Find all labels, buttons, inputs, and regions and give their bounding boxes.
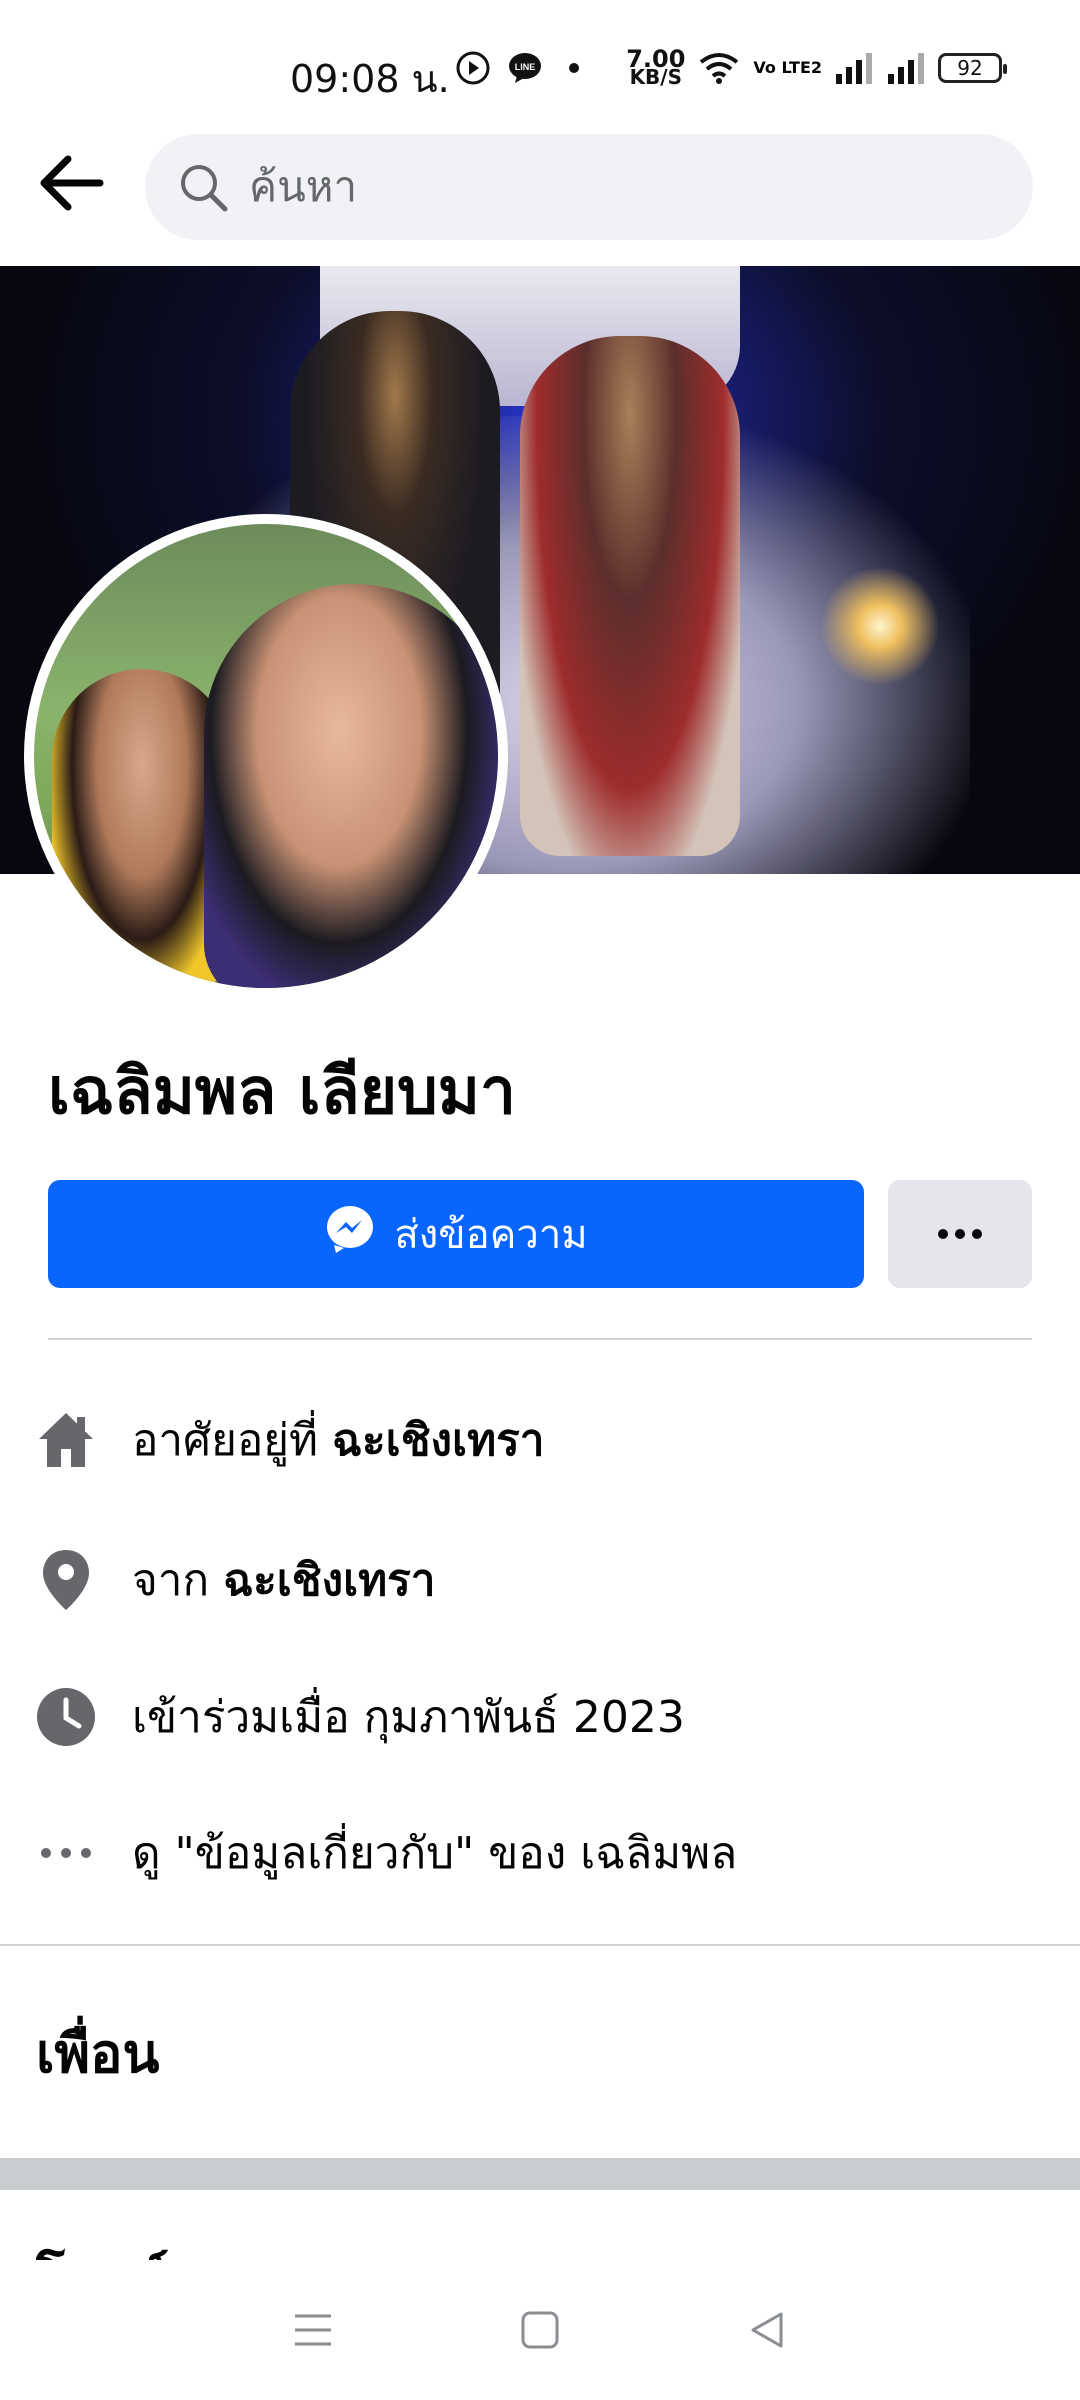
friends-section-title[interactable]: เพื่อน — [36, 2010, 159, 2096]
messenger-icon — [324, 1203, 376, 1265]
home-square-icon[interactable] — [510, 2300, 570, 2360]
svg-text:LINE: LINE — [515, 62, 536, 72]
status-notification-icons: LINE — [455, 50, 589, 86]
back-arrow-icon — [38, 153, 104, 217]
home-icon — [30, 1404, 102, 1476]
back-triangle-icon[interactable] — [737, 2300, 797, 2360]
see-about-info-text: ดู "ข้อมูลเกี่ยวกับ" ของ เฉลิมพล — [132, 1828, 738, 1879]
more-options-button[interactable] — [888, 1180, 1032, 1288]
back-button[interactable] — [36, 150, 106, 220]
status-system-icons: 7.00 KB/S Vo LTE2 92 — [626, 45, 1007, 89]
section-separator — [0, 2158, 1080, 2190]
line-app-icon: LINE — [507, 50, 543, 86]
detail-joined: เข้าร่วมเมื่อ กุมภาพันธ์ 2023 — [30, 1672, 1050, 1762]
system-nav-bar — [0, 2260, 1080, 2400]
profile-avatar[interactable] — [24, 514, 508, 998]
volte-label: Vo LTE2 — [753, 58, 822, 77]
detail-current-city: อาศัยอยู่ที่ ฉะเชิงเทรา — [30, 1395, 1050, 1485]
detail-hometown: จาก ฉะเชิงเทรา — [30, 1535, 1050, 1625]
battery-indicator: 92 — [938, 53, 1007, 83]
signal-icon-2 — [886, 52, 926, 84]
search-placeholder: ค้นหา — [249, 162, 358, 211]
detail-lives-prefix: อาศัยอยู่ที่ — [132, 1415, 333, 1466]
detail-from-prefix: จาก — [132, 1555, 224, 1606]
profile-name: เฉลิมพล เลียบมา — [48, 1055, 516, 1129]
play-circle-icon — [455, 50, 491, 86]
status-bar: 09:08 น. LINE 7.00 KB/S Vo LTE2 92 — [0, 0, 1080, 130]
section-divider — [0, 1944, 1080, 1946]
menu-icon[interactable] — [283, 2300, 343, 2360]
search-icon — [175, 159, 231, 215]
signal-icon-1 — [834, 52, 874, 84]
detail-lives-value[interactable]: ฉะเชิงเทรา — [332, 1415, 544, 1466]
send-message-label: ส่งข้อความ — [394, 1212, 588, 1258]
detail-joined-text: เข้าร่วมเมื่อ กุมภาพันธ์ 2023 — [132, 1692, 685, 1743]
clock-icon — [30, 1681, 102, 1753]
status-time: 09:08 น. — [290, 57, 450, 101]
divider — [48, 1338, 1032, 1340]
more-dots-icon — [937, 1225, 983, 1244]
see-about-info-link[interactable]: ดู "ข้อมูลเกี่ยวกับ" ของ เฉลิมพล — [30, 1808, 1050, 1898]
search-input[interactable]: ค้นหา — [145, 134, 1033, 240]
ellipsis-icon — [30, 1817, 102, 1889]
send-message-button[interactable]: ส่งข้อความ — [48, 1180, 864, 1288]
location-pin-icon — [30, 1544, 102, 1616]
dot-icon — [559, 53, 589, 83]
wifi-icon — [697, 50, 741, 86]
detail-from-value[interactable]: ฉะเชิงเทรา — [223, 1555, 435, 1606]
network-speed: 7.00 KB/S — [626, 45, 686, 89]
